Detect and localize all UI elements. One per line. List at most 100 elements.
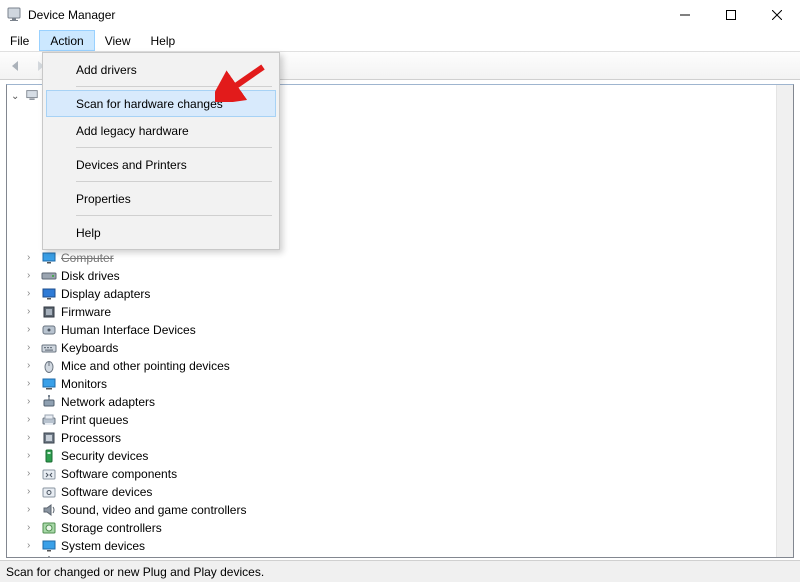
storage-icon (41, 520, 57, 536)
chevron-right-icon: › (27, 253, 39, 263)
menu-file[interactable]: File (0, 30, 39, 51)
chevron-right-icon: › (27, 397, 39, 407)
tree-item[interactable]: › System devices (7, 537, 793, 555)
tree-item[interactable]: › Software devices (7, 483, 793, 501)
chevron-right-icon: › (27, 523, 39, 533)
swdev-icon (41, 484, 57, 500)
chevron-right-icon: › (27, 325, 39, 335)
tree-item[interactable]: › Human Interface Devices (7, 321, 793, 339)
menu-item-devices-printers[interactable]: Devices and Printers (46, 151, 276, 178)
tree-item-label: Software components (61, 467, 177, 481)
menu-separator (76, 147, 272, 148)
tree-item-label: Computer (61, 251, 114, 265)
menu-view[interactable]: View (95, 30, 141, 51)
security-icon (41, 448, 57, 464)
tree-item-label: Print queues (61, 413, 128, 427)
tree-item[interactable]: › Universal Serial Bus controllers (7, 555, 793, 558)
chevron-right-icon: › (27, 307, 39, 317)
chevron-right-icon: › (27, 541, 39, 551)
chevron-right-icon: › (27, 289, 39, 299)
menu-item-help[interactable]: Help (46, 219, 276, 246)
chevron-right-icon: › (27, 451, 39, 461)
chevron-down-icon: ⌄ (11, 91, 23, 102)
tree-item-label: Universal Serial Bus controllers (61, 557, 228, 558)
menu-item-scan-hardware[interactable]: Scan for hardware changes (46, 90, 276, 117)
chevron-right-icon: › (27, 415, 39, 425)
mouse-icon (41, 358, 57, 374)
tree-item[interactable]: › Display adapters (7, 285, 793, 303)
menu-bar: File Action View Help (0, 30, 800, 52)
tree-item-label: Firmware (61, 305, 111, 319)
menu-help[interactable]: Help (141, 30, 186, 51)
window-title: Device Manager (28, 8, 115, 22)
computer-icon (25, 88, 39, 105)
network-icon (41, 394, 57, 410)
menu-item-add-legacy[interactable]: Add legacy hardware (46, 117, 276, 144)
tree-item[interactable]: › Processors (7, 429, 793, 447)
window-controls (662, 0, 800, 30)
back-button[interactable] (4, 54, 28, 78)
swcomp-icon (41, 466, 57, 482)
chevron-right-icon: › (27, 343, 39, 353)
chevron-right-icon: › (27, 361, 39, 371)
chevron-right-icon: › (27, 487, 39, 497)
tree-item[interactable]: › Network adapters (7, 393, 793, 411)
tree-item[interactable]: › Storage controllers (7, 519, 793, 537)
tree-item[interactable]: › Disk drives (7, 267, 793, 285)
chevron-right-icon: › (27, 379, 39, 389)
scrollbar[interactable] (776, 85, 793, 557)
title-bar: Device Manager (0, 0, 800, 30)
chevron-right-icon: › (27, 271, 39, 281)
tree-item-label: Sound, video and game controllers (61, 503, 246, 517)
cpu-icon (41, 430, 57, 446)
status-text: Scan for changed or new Plug and Play de… (6, 565, 264, 579)
chevron-right-icon: › (27, 505, 39, 515)
tree-item-label: Security devices (61, 449, 148, 463)
tree-item-label: Storage controllers (61, 521, 162, 535)
menu-separator (76, 215, 272, 216)
tree-item-label: Mice and other pointing devices (61, 359, 230, 373)
tree-item[interactable]: › Print queues (7, 411, 793, 429)
tree-item-label: Monitors (61, 377, 107, 391)
sound-icon (41, 502, 57, 518)
menu-separator (76, 181, 272, 182)
tree-item[interactable]: › Software components (7, 465, 793, 483)
status-bar: Scan for changed or new Plug and Play de… (0, 560, 800, 582)
app-icon (6, 7, 22, 23)
tree-item[interactable]: › Sound, video and game controllers (7, 501, 793, 519)
tree-item[interactable]: › Computer (7, 249, 793, 267)
menu-separator (76, 86, 272, 87)
minimize-button[interactable] (662, 0, 708, 30)
printer-icon (41, 412, 57, 428)
chevron-right-icon: › (27, 433, 39, 443)
action-menu-dropdown: Add drivers Scan for hardware changes Ad… (42, 52, 280, 250)
maximize-button[interactable] (708, 0, 754, 30)
hid-icon (41, 322, 57, 338)
tree-item-label: Software devices (61, 485, 152, 499)
display-icon (41, 286, 57, 302)
tree-item[interactable]: › Monitors (7, 375, 793, 393)
tree-item-label: Keyboards (61, 341, 118, 355)
menu-item-properties[interactable]: Properties (46, 185, 276, 212)
tree-item-label: Display adapters (61, 287, 150, 301)
system-icon (41, 538, 57, 554)
chevron-right-icon: › (27, 469, 39, 479)
tree-item[interactable]: › Mice and other pointing devices (7, 357, 793, 375)
keyboard-icon (41, 340, 57, 356)
tree-item[interactable]: › Firmware (7, 303, 793, 321)
close-button[interactable] (754, 0, 800, 30)
menu-action[interactable]: Action (39, 30, 94, 51)
menu-item-add-drivers[interactable]: Add drivers (46, 56, 276, 83)
usb-icon (41, 556, 57, 558)
chip-icon (41, 304, 57, 320)
tree-item[interactable]: › Security devices (7, 447, 793, 465)
tree-item-label: Human Interface Devices (61, 323, 196, 337)
tree-item-label: Disk drives (61, 269, 120, 283)
disk-icon (41, 268, 57, 284)
tree-item-label: Network adapters (61, 395, 155, 409)
tree-item-label: Processors (61, 431, 121, 445)
tree-item-label: System devices (61, 539, 145, 553)
tree-item[interactable]: › Keyboards (7, 339, 793, 357)
computer-icon (41, 250, 57, 266)
monitor-icon (41, 376, 57, 392)
